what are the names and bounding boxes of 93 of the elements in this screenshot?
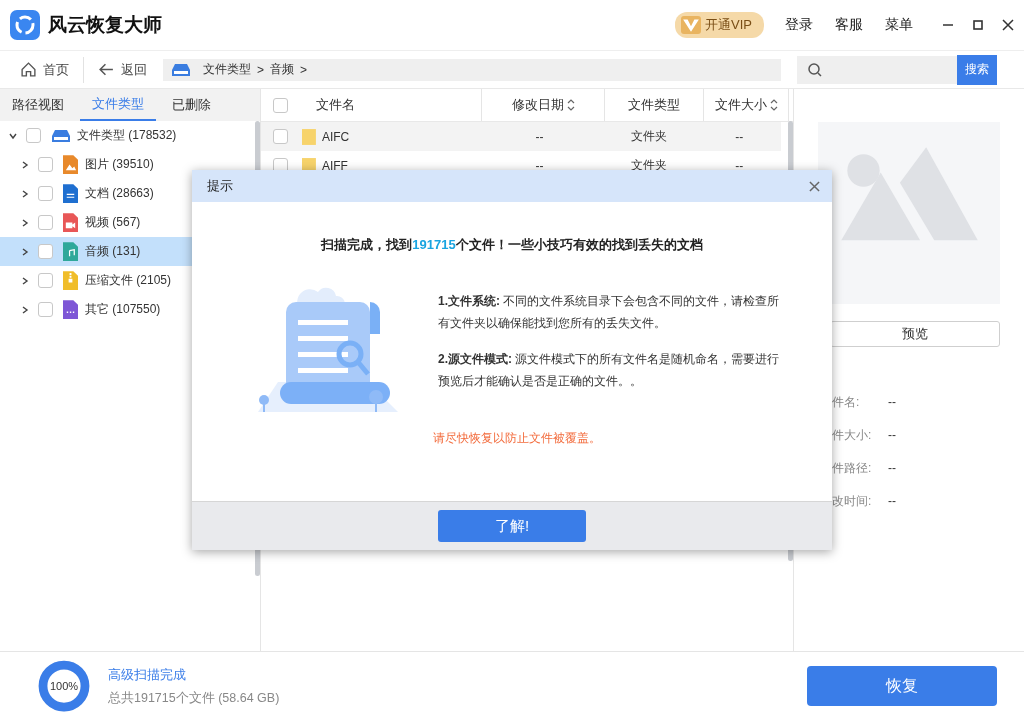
chevron-icon[interactable]	[20, 159, 30, 170]
checkbox[interactable]	[38, 157, 53, 172]
tree-label: 文件类型 (178532)	[77, 127, 177, 144]
checkbox[interactable]	[38, 244, 53, 259]
chevron-icon[interactable]	[20, 188, 30, 199]
sidebar-tab[interactable]: 已删除	[160, 89, 223, 121]
info-label: 件名:	[832, 393, 861, 411]
drive-icon	[171, 62, 191, 77]
checkbox[interactable]	[38, 215, 53, 230]
tip-paragraph: 2.源文件模式: 源文件模式下的所有文件名是随机命名，需要进行预览后才能确认是否是正确的文件。。	[438, 351, 781, 390]
app-logo-icon	[10, 10, 40, 40]
warning-text: 请尽快恢复以防止文件被覆盖。	[433, 430, 601, 447]
search-button[interactable]: 搜索	[957, 54, 997, 85]
vip-badge-icon	[681, 16, 702, 34]
progress-label: 100%	[49, 680, 79, 692]
info-label: 件大小:	[832, 426, 873, 444]
chevron-icon[interactable]	[20, 246, 30, 257]
file-type-icon	[63, 271, 78, 290]
table-row[interactable]: AIFC -- 文件夹 --	[261, 122, 781, 151]
menu-link[interactable]: 登录	[785, 16, 813, 34]
close-icon[interactable]	[1002, 19, 1014, 31]
file-type-icon	[63, 213, 78, 232]
tree-label: 压缩文件 (2105)	[85, 272, 172, 289]
scan-status: 高级扫描完成	[108, 665, 187, 684]
menu-link[interactable]: 客服	[835, 16, 863, 34]
checkbox[interactable]	[38, 302, 53, 317]
sort-icon[interactable]	[769, 99, 778, 111]
tip-paragraph: 1.文件系统: 不同的文件系统目录下会包含不同的文件，请检查所有文件夹以确保能找到您所有的丢失文件。	[438, 293, 781, 332]
breadcrumb-item[interactable]: >	[300, 62, 308, 77]
table-cell-text: AIFF	[321, 158, 349, 173]
column-header[interactable]: 修改日期	[482, 89, 605, 121]
table-cell-text: --	[734, 158, 745, 173]
info-label: 件路径:	[832, 459, 873, 477]
breadcrumb-item[interactable]: 音频	[270, 61, 294, 78]
file-type-icon	[63, 184, 78, 203]
checkbox[interactable]	[273, 97, 288, 113]
drive-icon	[51, 128, 71, 143]
table-cell-text: --	[534, 129, 545, 144]
info-value: --	[888, 494, 896, 508]
info-label: 改时间:	[832, 492, 873, 510]
table-cell-text: 文件夹	[629, 157, 668, 174]
tree-item[interactable]: 文件类型 (178532)	[0, 121, 254, 150]
recover-button[interactable]: 恢复	[807, 666, 997, 706]
checkbox[interactable]	[38, 273, 53, 288]
sidebar-tab[interactable]: 文件类型	[80, 89, 156, 121]
breadcrumb-item[interactable]: 文件类型	[203, 61, 251, 78]
scan-summary: 总共191715个文件 (58.64 GB)	[108, 689, 280, 707]
app-title: 风云恢复大师	[48, 13, 162, 37]
vip-button[interactable]: 开通VIP	[675, 12, 764, 38]
search-icon	[807, 61, 823, 78]
table-cell-text: AIFC	[321, 129, 351, 144]
home-button[interactable]: 首页	[20, 60, 69, 79]
file-type-icon	[63, 155, 78, 174]
breadcrumb-item[interactable]: >	[257, 62, 264, 77]
sort-icon[interactable]	[566, 99, 575, 111]
table-cell-text: 文件夹	[629, 128, 668, 145]
menu-link[interactable]: 菜单	[885, 16, 913, 34]
tree-label: 音频 (131)	[85, 243, 141, 260]
file-type-icon	[63, 300, 78, 319]
tree-item[interactable]: 其它 (107550)	[0, 295, 254, 324]
tree-item[interactable]: 图片 (39510)	[0, 150, 254, 179]
home-icon	[20, 61, 37, 78]
search-field[interactable]	[797, 55, 957, 84]
table-cell-text: --	[534, 158, 545, 173]
ok-button[interactable]: 了解!	[438, 510, 586, 542]
column-header[interactable]: 文件大小	[704, 89, 789, 121]
checkbox[interactable]	[26, 128, 41, 143]
checkbox[interactable]	[38, 186, 53, 201]
tree-item[interactable]: 视频 (567)	[0, 208, 254, 237]
folder-icon	[302, 128, 316, 145]
info-value: --	[888, 428, 896, 442]
tree-label: 其它 (107550)	[85, 301, 161, 318]
tree-label: 文档 (28663)	[85, 185, 154, 202]
maximize-icon[interactable]	[972, 19, 984, 31]
checkbox[interactable]	[273, 129, 288, 144]
preview-button[interactable]: 预览	[830, 321, 1000, 347]
chevron-icon[interactable]	[20, 217, 30, 228]
file-type-icon	[63, 242, 78, 261]
chevron-icon[interactable]	[20, 275, 30, 286]
sidebar-tab[interactable]: 路径视图	[0, 89, 76, 121]
table-cell-text: --	[734, 129, 745, 144]
tree-label: 图片 (39510)	[85, 156, 154, 173]
column-header[interactable]: 文件名	[288, 89, 482, 121]
back-arrow-icon	[98, 61, 115, 78]
dialog-title: 提示	[207, 177, 233, 195]
tree-item[interactable]: 压缩文件 (2105)	[0, 266, 254, 295]
tree-label: 视频 (567)	[85, 214, 141, 231]
info-value: --	[888, 395, 896, 409]
dialog-headline: 扫描完成，找到191715个文件！一些小技巧有效的找到丢失的文档	[321, 236, 703, 254]
info-value: --	[888, 461, 896, 475]
back-button[interactable]: 返回	[98, 60, 147, 79]
chevron-icon[interactable]	[20, 304, 30, 315]
column-header[interactable]: 文件类型	[605, 89, 704, 121]
